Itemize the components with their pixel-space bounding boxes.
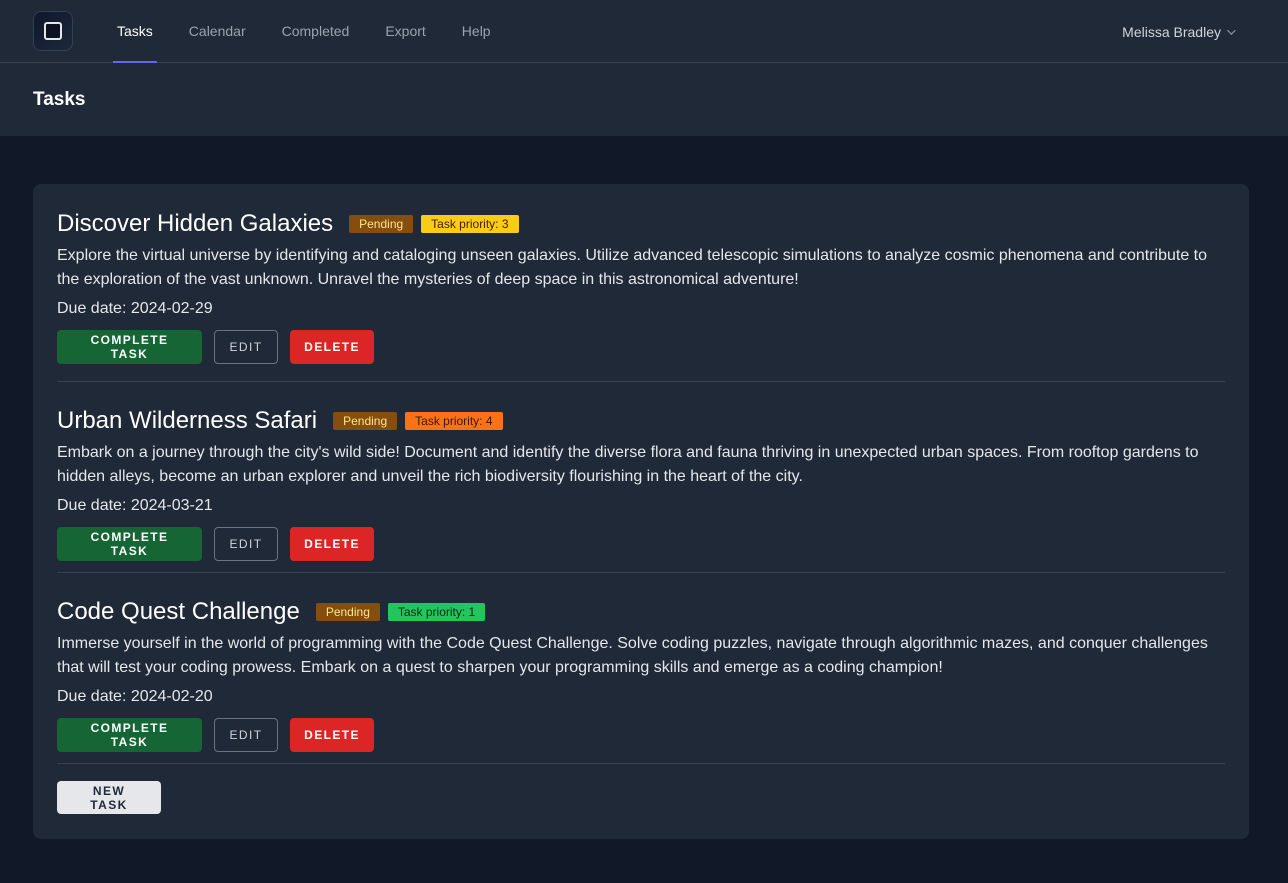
task-actions: COMPLETE TASK EDIT DELETE (57, 527, 1225, 561)
complete-task-button[interactable]: COMPLETE TASK (57, 527, 202, 561)
task-description: Explore the virtual universe by identify… (57, 247, 1208, 288)
nav-calendar[interactable]: Calendar (185, 0, 250, 63)
nav-tasks[interactable]: Tasks (113, 0, 157, 63)
page-title: Tasks (33, 88, 86, 110)
logo-icon (44, 22, 62, 40)
task-due-date: Due date: 2024-02-20 (57, 688, 1225, 706)
delete-task-button[interactable]: DELETE (290, 330, 374, 364)
due-value: 2024-02-20 (130, 688, 213, 705)
complete-task-button[interactable]: COMPLETE TASK (57, 330, 202, 364)
top-navigation: Tasks Calendar Completed Export Help Mel… (0, 0, 1288, 63)
task-item: Code Quest Challenge Pending Task priori… (57, 573, 1225, 764)
user-name: Melissa Bradley (1122, 23, 1221, 40)
app-logo[interactable] (33, 11, 73, 51)
task-actions: COMPLETE TASK EDIT DELETE (57, 718, 1225, 752)
task-title: Urban Wilderness Safari (57, 407, 318, 434)
complete-task-button[interactable]: COMPLETE TASK (57, 718, 202, 752)
priority-badge: Task priority: 3 (421, 215, 519, 233)
edit-task-button[interactable]: EDIT (214, 527, 278, 561)
new-task-button[interactable]: NEW TASK (57, 781, 161, 814)
status-badge: Pending (349, 215, 414, 233)
task-list-card: Discover Hidden Galaxies Pending Task pr… (33, 184, 1249, 839)
task-due-date: Due date: 2024-02-29 (57, 300, 1225, 318)
priority-badge: Task priority: 4 (405, 412, 503, 430)
nav-links: Tasks Calendar Completed Export Help (113, 0, 523, 63)
task-header: Code Quest Challenge Pending Task priori… (57, 598, 1225, 626)
task-actions: COMPLETE TASK EDIT DELETE (57, 330, 1225, 364)
status-badge: Pending (333, 412, 398, 430)
task-description: Immerse yourself in the world of program… (57, 635, 1208, 676)
task-item: Urban Wilderness Safari Pending Task pri… (57, 382, 1225, 573)
user-menu[interactable]: Melissa Bradley (1122, 0, 1236, 63)
task-header: Urban Wilderness Safari Pending Task pri… (57, 407, 1225, 435)
task-item: Discover Hidden Galaxies Pending Task pr… (57, 184, 1225, 382)
due-label: Due date: (57, 300, 131, 317)
nav-completed[interactable]: Completed (278, 0, 354, 63)
new-task-row: NEW TASK (57, 764, 1225, 814)
edit-task-button[interactable]: EDIT (214, 718, 278, 752)
delete-task-button[interactable]: DELETE (290, 527, 374, 561)
due-value: 2024-02-29 (130, 300, 213, 317)
chevron-down-icon (1227, 25, 1236, 35)
nav-help[interactable]: Help (458, 0, 495, 63)
nav-export[interactable]: Export (381, 0, 429, 63)
priority-badge: Task priority: 1 (387, 603, 486, 621)
task-header: Discover Hidden Galaxies Pending Task pr… (57, 210, 1225, 238)
task-due-date: Due date: 2024-03-21 (57, 497, 1225, 515)
due-value: 2024-03-21 (130, 497, 213, 514)
task-title: Discover Hidden Galaxies (57, 210, 334, 237)
task-title: Code Quest Challenge (57, 598, 300, 625)
due-label: Due date: (57, 688, 131, 705)
delete-task-button[interactable]: DELETE (290, 718, 374, 752)
task-description: Embark on a journey through the city's w… (57, 444, 1199, 485)
page-header: Tasks (0, 63, 1288, 136)
edit-task-button[interactable]: EDIT (214, 330, 278, 364)
status-badge: Pending (315, 603, 380, 621)
due-label: Due date: (57, 497, 131, 514)
